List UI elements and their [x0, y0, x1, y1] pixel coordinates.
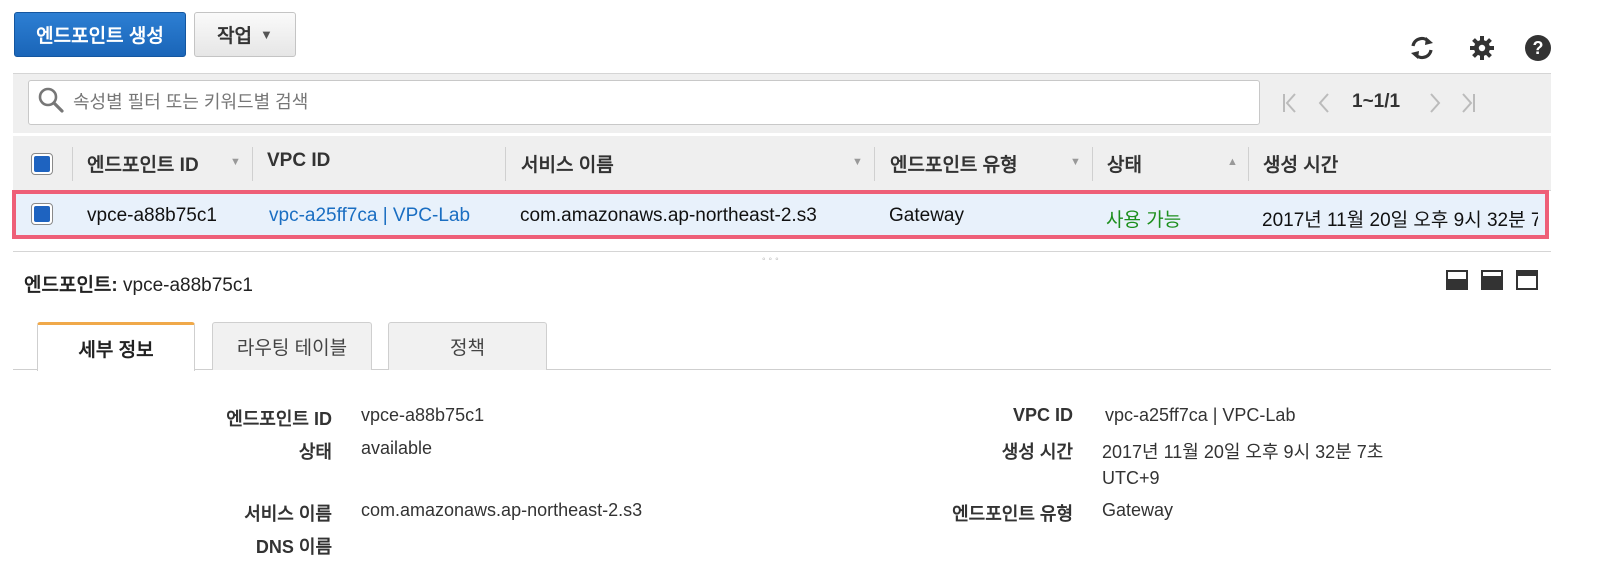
column-divider — [874, 147, 875, 181]
prev-page-icon[interactable] — [1316, 90, 1332, 116]
refresh-icon[interactable] — [1406, 32, 1438, 64]
column-divider — [72, 147, 73, 181]
svg-text:?: ? — [1533, 38, 1544, 58]
tab-policy[interactable]: 정책 — [388, 322, 547, 370]
tab-route-tables[interactable]: 라우팅 테이블 — [212, 322, 372, 370]
detail-title: 엔드포인트: vpce-a88b75c1 — [24, 270, 253, 297]
column-divider — [505, 147, 506, 181]
field-label-state: 상태 — [298, 442, 332, 462]
search-icon — [37, 86, 65, 119]
sort-down-icon[interactable]: ▼ — [852, 156, 863, 168]
tab-details[interactable]: 세부 정보 — [37, 322, 195, 371]
field-label-endpoint-id: 엔드포인트 ID — [226, 409, 332, 429]
cell-vpc-link[interactable]: vpc-a25ff7ca | VPC-Lab — [269, 205, 470, 227]
field-label-created: 생성 시간 — [1001, 442, 1073, 462]
create-endpoint-button[interactable]: 엔드포인트 생성 — [14, 12, 186, 57]
create-endpoint-label: 엔드포인트 생성 — [36, 26, 164, 47]
help-icon[interactable]: ? — [1522, 32, 1554, 64]
detail-title-label: 엔드포인트: — [24, 275, 118, 296]
cell-endpoint-id: vpce-a88b75c1 — [87, 205, 217, 226]
field-value-service-name: com.amazonaws.ap-northeast-2.s3 — [361, 500, 643, 520]
last-page-icon[interactable] — [1458, 90, 1478, 116]
pagination-range: 1~1/1 — [1352, 91, 1401, 112]
layout-full-icon[interactable] — [1516, 270, 1538, 290]
column-header-endpoint-id[interactable]: 엔드포인트 ID — [87, 150, 199, 177]
field-value-created: 2017년 11월 20일 오후 9시 32분 7초 — [1102, 442, 1384, 462]
pane-divider — [13, 251, 1551, 252]
layout-bottom-icon[interactable] — [1446, 270, 1468, 290]
resize-grip-icon[interactable]: ◦◦◦ — [762, 254, 782, 265]
field-value-endpoint-id: vpce-a88b75c1 — [361, 405, 485, 425]
column-header-vpc-id[interactable]: VPC ID — [267, 150, 330, 172]
column-divider — [252, 147, 253, 181]
cell-state: 사용 가능 — [1106, 210, 1182, 231]
actions-label: 작업 — [217, 26, 253, 47]
field-label-service-name: 서비스 이름 — [244, 504, 332, 524]
field-label-dns-name: DNS 이름 — [255, 537, 332, 557]
sort-down-icon[interactable]: ▼ — [1070, 156, 1081, 168]
select-all-checkbox[interactable] — [31, 153, 53, 175]
field-value-state: available — [361, 438, 433, 458]
actions-button[interactable]: 작업 ▼ — [194, 12, 296, 57]
cell-endpoint-type: Gateway — [889, 205, 964, 226]
field-value-endpoint-type: Gateway — [1102, 500, 1174, 520]
search-input[interactable] — [71, 91, 1259, 114]
sort-down-icon[interactable]: ▼ — [230, 156, 241, 168]
chevron-down-icon: ▼ — [260, 27, 273, 42]
sort-up-icon[interactable]: ▲ — [1227, 156, 1238, 168]
first-page-icon[interactable] — [1280, 90, 1300, 116]
layout-split-icon[interactable] — [1481, 270, 1503, 290]
gear-icon[interactable] — [1466, 32, 1498, 64]
field-value-vpc-link[interactable]: vpc-a25ff7ca | VPC-Lab — [1105, 405, 1295, 426]
field-value-created-tz: UTC+9 — [1102, 468, 1160, 488]
cell-service-name: com.amazonaws.ap-northeast-2.s3 — [520, 205, 817, 226]
column-header-endpoint-type[interactable]: 엔드포인트 유형 — [890, 150, 1018, 177]
column-header-state[interactable]: 상태 — [1107, 150, 1142, 177]
column-header-service-name[interactable]: 서비스 이름 — [521, 150, 614, 177]
field-label-vpc-id: VPC ID — [1012, 405, 1073, 425]
next-page-icon[interactable] — [1427, 90, 1443, 116]
column-header-created[interactable]: 생성 시간 — [1263, 150, 1338, 177]
field-label-endpoint-type: 엔드포인트 유형 — [952, 504, 1073, 524]
column-divider — [1248, 147, 1249, 181]
column-divider — [1092, 147, 1093, 181]
row-checkbox[interactable] — [31, 203, 53, 225]
cell-created: 2017년 11월 20일 오후 9시 32분 7 — [1262, 210, 1538, 231]
detail-title-value: vpce-a88b75c1 — [123, 275, 253, 296]
search-box[interactable] — [28, 80, 1260, 125]
